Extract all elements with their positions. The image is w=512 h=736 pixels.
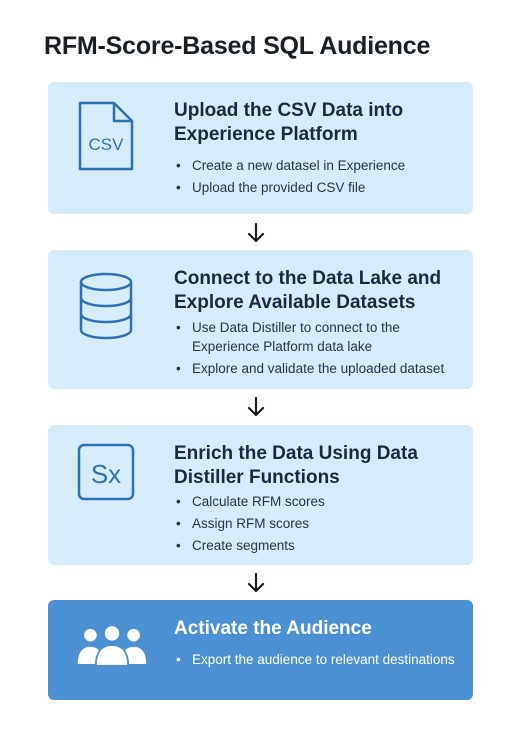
csv-file-icon: CSV [78, 101, 134, 171]
step-card-upload-csv: CSV Upload the CSV Data into Experience … [48, 82, 473, 214]
step-bullet-list: Use Data Distiller to connect to the Exp… [174, 318, 464, 381]
down-arrow-icon [247, 396, 265, 417]
database-icon [79, 272, 133, 340]
csv-icon-label: CSV [89, 135, 125, 154]
step-heading: Upload the CSV Data into Experience Plat… [174, 100, 404, 145]
step-heading: Enrich the Data Using Data Distiller Fun… [174, 443, 418, 488]
sx-function-icon: Sx [77, 443, 135, 501]
step-heading: Connect to the Data Lake and Explore Ava… [174, 268, 442, 313]
step-heading: Activate the Audience [174, 618, 372, 639]
step-bullet-list: Calculate RFM scores Assign RFM scores C… [174, 492, 464, 558]
step-bullet: Calculate RFM scores [174, 492, 464, 511]
step-bullet: Assign RFM scores [174, 514, 464, 533]
step-bullet-list: Export the audience to relevant destinat… [174, 650, 464, 672]
down-arrow-icon [247, 572, 265, 593]
step-bullet: Create a new datasel in Experience [174, 156, 464, 175]
step-bullet: Explore and validate the uploaded datase… [174, 359, 464, 378]
step-bullet: Use Data Distiller to connect to the Exp… [174, 318, 464, 356]
diagram-title: RFM-Score-Based SQL Audience [44, 32, 431, 60]
step-bullet-list: Create a new datasel in Experience Uploa… [174, 156, 464, 200]
down-arrow-icon [247, 222, 265, 243]
people-group-icon [77, 624, 147, 667]
step-card-connect-data-lake: Connect to the Data Lake and Explore Ava… [48, 250, 473, 389]
step-card-activate-audience: Activate the Audience Export the audienc… [48, 600, 473, 700]
step-bullet: Upload the provided CSV file [174, 178, 464, 197]
sx-icon-label: Sx [91, 459, 121, 489]
step-bullet: Create segments [174, 536, 464, 555]
step-card-enrich-data: Sx Enrich the Data Using Data Distiller … [48, 425, 473, 565]
step-bullet: Export the audience to relevant destinat… [174, 650, 464, 669]
